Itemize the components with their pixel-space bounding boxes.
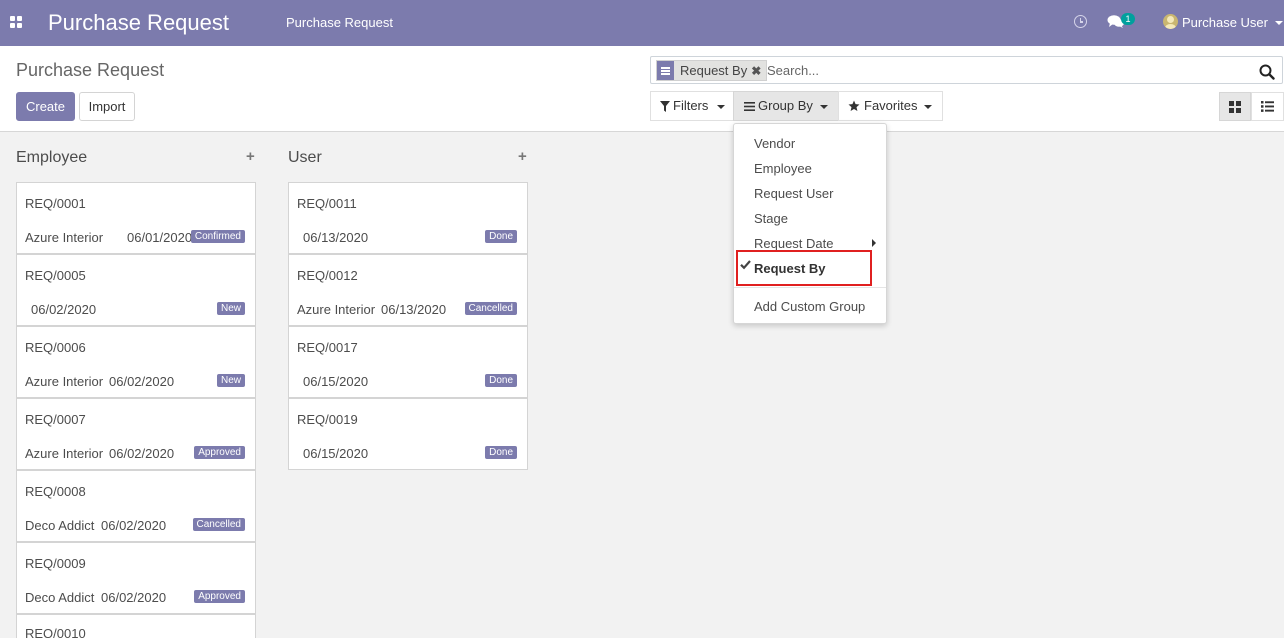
- groupby-option-request-user[interactable]: Request User: [754, 186, 833, 201]
- groupby-option-employee[interactable]: Employee: [754, 161, 812, 176]
- card-partner: Deco Addict: [25, 590, 95, 605]
- status-badge: Done: [485, 446, 517, 459]
- status-badge: New: [216, 302, 245, 315]
- card-date: 06/15/2020: [303, 446, 369, 461]
- status-badge: New: [216, 374, 245, 387]
- dropdown-divider: [734, 287, 886, 288]
- card-reference: REQ/0005: [25, 268, 86, 283]
- star-icon: [848, 100, 860, 111]
- card-reference: REQ/0012: [297, 268, 358, 283]
- card-reference: REQ/0006: [25, 340, 86, 355]
- user-name[interactable]: Purchase User: [1182, 15, 1268, 30]
- kanban-grid-icon: [1229, 101, 1241, 113]
- menu-purchase-request[interactable]: Purchase Request: [286, 15, 393, 30]
- kanban-card[interactable]: REQ/0011 06/13/2020 Done: [288, 182, 528, 254]
- groupby-button[interactable]: Group By: [733, 91, 839, 121]
- card-reference: REQ/0009: [25, 556, 86, 571]
- chat-count-badge: 1: [1121, 13, 1135, 25]
- add-custom-group-option[interactable]: Add Custom Group: [754, 299, 865, 314]
- kanban-card[interactable]: REQ/0006 Azure Interior 06/02/2020 New: [16, 326, 256, 398]
- status-badge: Cancelled: [192, 518, 245, 531]
- chevron-down-icon: [820, 105, 828, 109]
- kanban-card[interactable]: REQ/0010: [16, 614, 256, 638]
- kanban-card[interactable]: REQ/0017 06/15/2020 Done: [288, 326, 528, 398]
- kanban-card[interactable]: REQ/0007 Azure Interior 06/02/2020 Appro…: [16, 398, 256, 470]
- card-reference: REQ/0017: [297, 340, 358, 355]
- kanban-view-button[interactable]: [1219, 92, 1251, 121]
- kanban-card[interactable]: REQ/0019 06/15/2020 Done: [288, 398, 528, 470]
- chevron-down-icon: [924, 105, 932, 109]
- card-reference: REQ/0001: [25, 196, 86, 211]
- groupby-option-vendor[interactable]: Vendor: [754, 136, 795, 151]
- groupby-option-stage[interactable]: Stage: [754, 211, 788, 226]
- groupby-option-request-date[interactable]: Request Date: [754, 236, 834, 251]
- search-facet: Request By ✖: [656, 60, 768, 81]
- chevron-right-icon: [872, 239, 876, 247]
- card-partner: Azure Interior: [25, 230, 104, 245]
- list-icon: [1261, 101, 1274, 112]
- search-icon[interactable]: [1259, 64, 1275, 80]
- app-title: Purchase Request: [48, 10, 229, 35]
- chevron-down-icon: [717, 105, 725, 109]
- remove-facet-icon[interactable]: ✖: [751, 64, 763, 78]
- kanban-card[interactable]: REQ/0008 Deco Addict 06/02/2020 Cancelle…: [16, 470, 256, 542]
- favorites-button[interactable]: Favorites: [838, 91, 943, 121]
- top-navbar: Purchase Request Purchase Request 1 Purc…: [0, 0, 1284, 46]
- status-badge: Cancelled: [464, 302, 517, 315]
- card-partner: Azure Interior: [25, 374, 104, 389]
- page-title: Purchase Request: [16, 60, 165, 80]
- card-reference: REQ/0007: [25, 412, 86, 427]
- add-record-icon[interactable]: +: [246, 148, 255, 165]
- status-badge: Done: [485, 374, 517, 387]
- chevron-down-icon[interactable]: [1275, 21, 1283, 25]
- favorites-label: Favorites: [864, 98, 918, 113]
- add-record-icon[interactable]: +: [518, 148, 527, 165]
- create-button[interactable]: Create: [16, 92, 75, 121]
- groupby-lines-icon: [657, 61, 674, 80]
- card-date: 06/13/2020: [381, 302, 447, 317]
- card-partner: Deco Addict: [25, 518, 95, 533]
- kanban-card[interactable]: REQ/0009 Deco Addict 06/02/2020 Approved: [16, 542, 256, 614]
- card-date: 06/02/2020: [109, 446, 175, 461]
- card-date: 06/13/2020: [303, 230, 369, 245]
- card-reference: REQ/0010: [25, 626, 86, 638]
- card-date: 06/02/2020: [31, 302, 97, 317]
- control-panel: Purchase Request Create Import Request B…: [0, 46, 1284, 132]
- status-badge: Confirmed: [190, 230, 245, 243]
- column-title-user: User: [288, 149, 322, 166]
- list-view-button[interactable]: [1251, 92, 1284, 121]
- status-badge: Approved: [194, 590, 245, 603]
- groupby-dropdown-menu: Vendor Employee Request User Stage Reque…: [733, 123, 887, 324]
- column-title-employee: Employee: [16, 149, 88, 166]
- card-date: 06/02/2020: [101, 518, 167, 533]
- card-reference: REQ/0011: [297, 196, 357, 211]
- card-partner: Azure Interior: [297, 302, 376, 317]
- groupby-label: Group By: [758, 98, 813, 113]
- filters-button[interactable]: Filters: [650, 91, 734, 121]
- status-badge: Done: [485, 230, 517, 243]
- kanban-card[interactable]: REQ/0005 06/02/2020 New: [16, 254, 256, 326]
- card-date: 06/01/2020: [127, 230, 193, 245]
- activity-clock-icon[interactable]: [1074, 15, 1087, 28]
- status-badge: Approved: [194, 446, 245, 459]
- card-partner: Azure Interior: [25, 446, 104, 461]
- highlight-annotation-box: [736, 250, 872, 286]
- card-reference: REQ/0008: [25, 484, 86, 499]
- kanban-card[interactable]: REQ/0012 Azure Interior 06/13/2020 Cance…: [288, 254, 528, 326]
- search-box: Request By ✖: [650, 56, 1283, 84]
- user-avatar[interactable]: [1163, 14, 1178, 29]
- card-reference: REQ/0019: [297, 412, 358, 427]
- card-date: 06/15/2020: [303, 374, 369, 389]
- search-input[interactable]: [767, 61, 1247, 79]
- filters-label: Filters: [673, 98, 709, 113]
- apps-grid-icon[interactable]: [10, 16, 23, 29]
- card-date: 06/02/2020: [109, 374, 175, 389]
- card-date: 06/02/2020: [101, 590, 167, 605]
- kanban-card[interactable]: REQ/0001 Azure Interior 06/01/2020 Confi…: [16, 182, 256, 254]
- filter-icon: [660, 101, 670, 112]
- facet-label: Request By: [680, 63, 748, 78]
- import-button[interactable]: Import: [79, 92, 135, 121]
- groupby-lines-icon: [744, 102, 755, 111]
